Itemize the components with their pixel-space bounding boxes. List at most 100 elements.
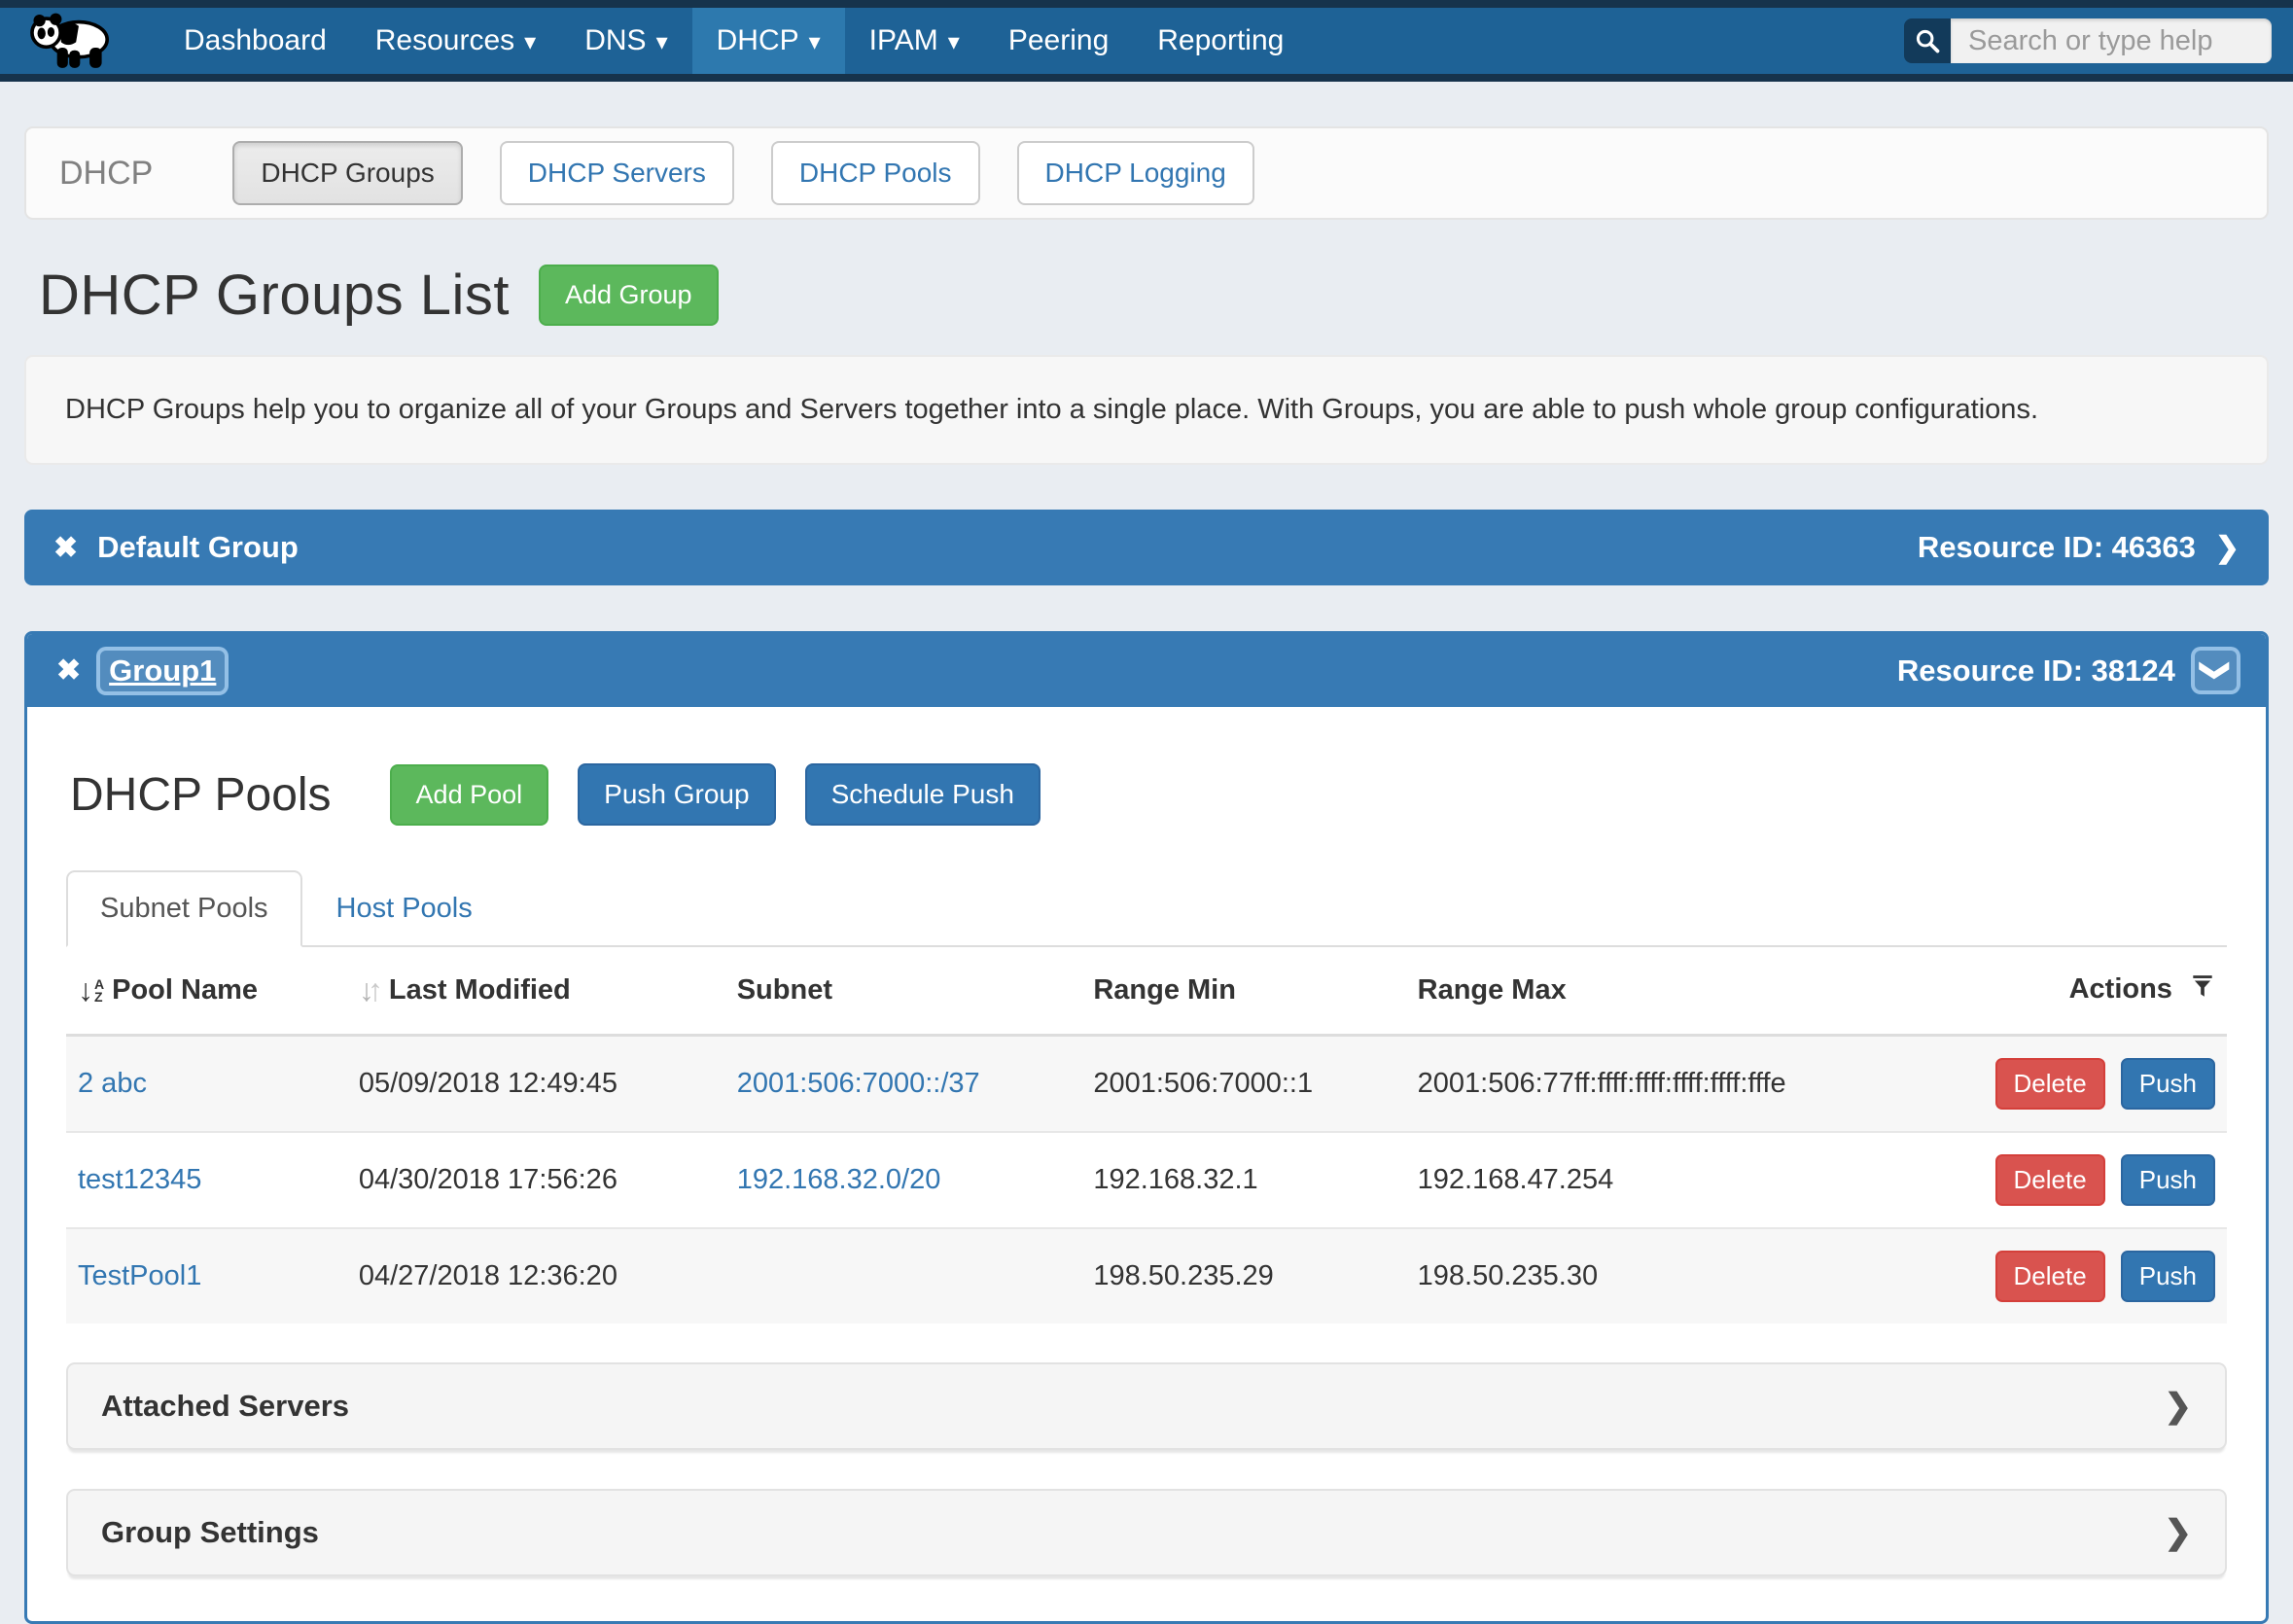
nav-item-dns[interactable]: DNS ▾ <box>560 8 691 74</box>
group1-panel-body: DHCP Pools Add Pool Push Group Schedule … <box>27 707 2266 1621</box>
pools-heading-row: DHCP Pools Add Pool Push Group Schedule … <box>70 763 2227 826</box>
pool-name-link[interactable]: test12345 <box>78 1164 201 1195</box>
subnav-button-dhcp-groups[interactable]: DHCP Groups <box>232 141 462 205</box>
header-label: Range Max <box>1418 974 1567 1006</box>
chevron-collapse-icon[interactable]: ❯ <box>2195 651 2237 690</box>
header-range-min: Range Min <box>1081 947 1405 1036</box>
add-pool-button[interactable]: Add Pool <box>390 764 549 826</box>
header-last-modified[interactable]: ↓↑Last Modified <box>347 947 725 1036</box>
dhcp-subnav: DHCP DHCP Groups DHCP Servers DHCP Pools… <box>24 126 2269 220</box>
nav-label: Reporting <box>1157 24 1284 57</box>
nav-label: IPAM <box>869 24 938 57</box>
search-icon[interactable] <box>1904 18 1951 63</box>
table-header-row: ↓AZ Pool Name ↓↑Last Modified Subnet Rang… <box>66 947 2227 1036</box>
attached-servers-panel[interactable]: Attached Servers ❯ <box>66 1362 2227 1450</box>
nav-label: Resources <box>375 24 514 57</box>
sort-alpha-asc-icon[interactable]: ↓AZ <box>78 972 104 1008</box>
chevron-right-icon: ❯ <box>2165 1513 2193 1552</box>
last-modified-cell: 04/27/2018 12:36:20 <box>347 1228 725 1324</box>
group1-link[interactable]: Group1 <box>109 653 216 688</box>
pools-title: DHCP Pools <box>70 768 332 822</box>
panda-logo-icon[interactable] <box>27 8 117 74</box>
chevron-right-icon: ❯ <box>2165 1387 2193 1426</box>
main-navbar: Dashboard Resources ▾ DNS ▾ DHCP ▾ IPAM … <box>0 8 2293 82</box>
group-settings-label: Group Settings <box>101 1515 319 1550</box>
delete-button[interactable]: Delete <box>1995 1058 2105 1110</box>
sort-letter-z: Z <box>94 991 104 1004</box>
header-range-max: Range Max <box>1406 947 1951 1036</box>
range-min-cell: 2001:506:7000::1 <box>1081 1036 1405 1133</box>
range-max-cell: 198.50.235.30 <box>1406 1228 1951 1324</box>
resource-id: Resource ID: 46363 <box>1918 530 2196 565</box>
nav-label: Peering <box>1008 24 1109 57</box>
tab-host-pools[interactable]: Host Pools <box>302 870 507 947</box>
global-search <box>1904 8 2272 74</box>
resource-id: Resource ID: 38124 <box>1897 653 2175 688</box>
push-button[interactable]: Push <box>2121 1251 2215 1302</box>
subnet-pools-table: ↓AZ Pool Name ↓↑Last Modified Subnet Rang… <box>66 947 2227 1324</box>
subnet-link[interactable]: 192.168.32.0/20 <box>737 1164 941 1195</box>
range-max-cell: 2001:506:77ff:ffff:ffff:ffff:ffff:fffe <box>1406 1036 1951 1133</box>
sort-arrow: ↓ <box>78 972 93 1008</box>
range-min-cell: 198.50.235.29 <box>1081 1228 1405 1324</box>
nav-item-peering[interactable]: Peering <box>984 8 1133 74</box>
delete-button[interactable]: Delete <box>1995 1251 2105 1302</box>
caret-down-icon: ▾ <box>948 31 960 54</box>
nav-spacer <box>1308 8 1904 74</box>
push-group-button[interactable]: Push Group <box>578 763 775 826</box>
subnet-link[interactable]: 2001:506:7000::/37 <box>737 1068 980 1099</box>
nav-label: DNS <box>584 24 646 57</box>
page-title: DHCP Groups List <box>39 263 510 328</box>
title-row: DHCP Groups List Add Group <box>39 263 2269 328</box>
panda-icon <box>27 10 117 72</box>
nav-item-reporting[interactable]: Reporting <box>1133 8 1308 74</box>
remove-group-icon[interactable]: ✖ <box>56 653 81 688</box>
header-label: Actions <box>2069 973 2172 1005</box>
last-modified-cell: 05/09/2018 12:49:45 <box>347 1036 725 1133</box>
remove-group-icon[interactable]: ✖ <box>53 531 78 565</box>
group-name-link[interactable]: Group1 <box>100 651 225 691</box>
nav-items: Dashboard Resources ▾ DNS ▾ DHCP ▾ IPAM … <box>159 8 1308 74</box>
tab-subnet-pools[interactable]: Subnet Pools <box>66 870 302 947</box>
nav-item-resources[interactable]: Resources ▾ <box>351 8 560 74</box>
group-settings-panel[interactable]: Group Settings ❯ <box>66 1489 2227 1576</box>
header-pool-name[interactable]: ↓AZ Pool Name <box>66 947 347 1036</box>
header-label: Last Modified <box>389 974 571 1006</box>
group-header-left: ✖ Default Group <box>53 530 299 565</box>
attached-servers-label: Attached Servers <box>101 1389 349 1424</box>
nav-item-dashboard[interactable]: Dashboard <box>159 8 351 74</box>
group-name: Default Group <box>97 530 299 565</box>
subnav-button-dhcp-servers[interactable]: DHCP Servers <box>500 141 734 205</box>
delete-button[interactable]: Delete <box>1995 1154 2105 1206</box>
schedule-push-button[interactable]: Schedule Push <box>805 763 1041 826</box>
push-button[interactable]: Push <box>2121 1058 2215 1110</box>
push-button[interactable]: Push <box>2121 1154 2215 1206</box>
table-row: TestPool1 04/27/2018 12:36:20 198.50.235… <box>66 1228 2227 1324</box>
nav-item-ipam[interactable]: IPAM ▾ <box>845 8 984 74</box>
group-header-group1[interactable]: ✖ Group1 Resource ID: 38124 ❯ <box>27 634 2266 707</box>
subnav-button-dhcp-logging[interactable]: DHCP Logging <box>1017 141 1254 205</box>
group-header-right: Resource ID: 38124 ❯ <box>1897 651 2237 690</box>
subnav-label: DHCP <box>59 155 153 193</box>
search-input[interactable] <box>1951 18 2272 63</box>
caret-down-icon: ▾ <box>809 31 821 54</box>
header-label: Subnet <box>737 974 832 1006</box>
nav-item-dhcp[interactable]: DHCP ▾ <box>692 8 845 74</box>
nav-label: DHCP <box>717 24 799 57</box>
filter-icon[interactable] <box>2190 973 2215 1008</box>
pool-name-link[interactable]: TestPool1 <box>78 1260 201 1291</box>
subnav-button-dhcp-pools[interactable]: DHCP Pools <box>771 141 980 205</box>
caret-down-icon: ▾ <box>656 31 668 54</box>
caret-down-icon: ▾ <box>524 31 536 54</box>
pool-name-link[interactable]: 2 abc <box>78 1068 147 1099</box>
add-group-button[interactable]: Add Group <box>539 265 719 326</box>
chevron-right-icon[interactable]: ❯ <box>2215 531 2240 565</box>
group-header-default-group[interactable]: ✖ Default Group Resource ID: 46363 ❯ <box>24 510 2269 585</box>
group-panel-group1: ✖ Group1 Resource ID: 38124 ❯ DHCP Pools… <box>24 631 2269 1624</box>
description-text: DHCP Groups help you to organize all of … <box>65 394 2228 426</box>
top-strip <box>0 0 2293 8</box>
header-label: Pool Name <box>112 974 258 1006</box>
sort-both-icon[interactable]: ↓↑ <box>359 972 383 1008</box>
header-actions: Actions <box>1951 947 2227 1036</box>
group-header-right: Resource ID: 46363 ❯ <box>1918 530 2240 565</box>
